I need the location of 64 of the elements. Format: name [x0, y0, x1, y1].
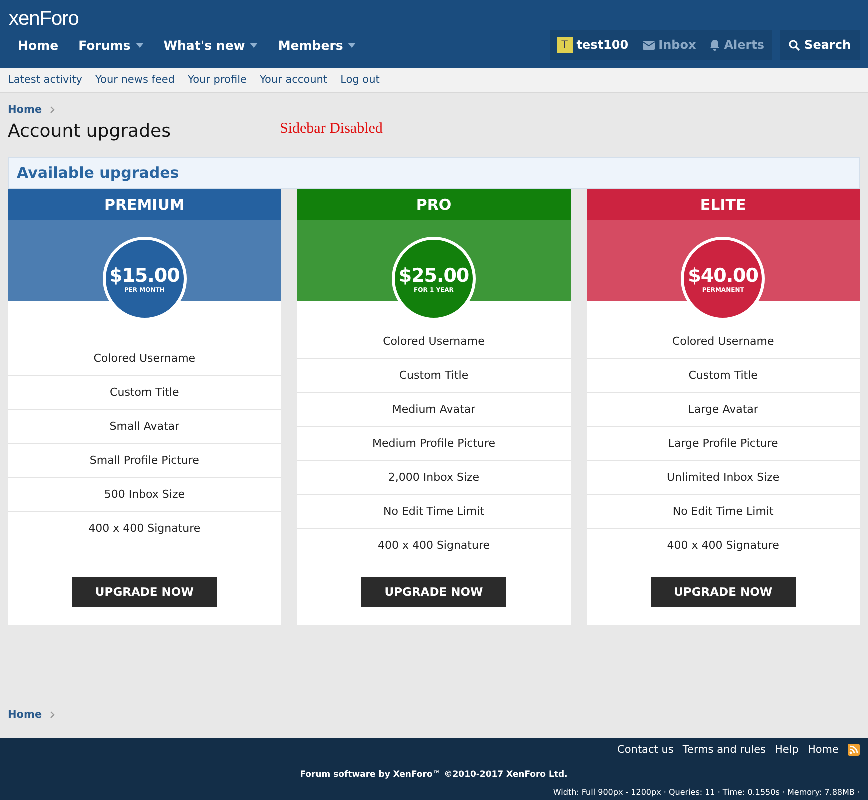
- price: $15.00: [109, 264, 180, 286]
- note-text: Sidebar Disabled: [280, 121, 383, 138]
- caret-icon: [250, 42, 258, 48]
- footer-link[interactable]: Terms and rules: [682, 744, 766, 756]
- feature-row: Large Avatar: [586, 392, 860, 426]
- nav-tab[interactable]: Members: [268, 30, 366, 60]
- feature-row: Custom Title: [297, 358, 571, 392]
- block-header: Available upgrades: [8, 157, 860, 189]
- feature-row: 400 x 400 Signature: [297, 528, 571, 562]
- subnav-link[interactable]: Your account: [260, 74, 328, 86]
- feature-row: No Edit Time Limit: [297, 494, 571, 528]
- upgrade-button[interactable]: UPGRADE NOW: [361, 577, 506, 607]
- subnav-link[interactable]: Your profile: [188, 74, 247, 86]
- plan-title: PREMIUM: [8, 189, 282, 220]
- plan-title: PRO: [297, 189, 571, 220]
- nav-tab[interactable]: What's new: [154, 30, 268, 60]
- feature-row: No Edit Time Limit: [586, 494, 860, 528]
- breadcrumb-link[interactable]: Home: [8, 104, 42, 116]
- feature-row: Small Avatar: [8, 408, 282, 442]
- upgrade-button[interactable]: UPGRADE NOW: [650, 577, 796, 607]
- feature-row: Custom Title: [586, 358, 860, 392]
- price: $25.00: [398, 264, 470, 286]
- subnav-link[interactable]: Latest activity: [8, 74, 82, 86]
- debug-stats: Width: Full 900px - 1200px · Queries: 11 · Time: 0.1550s · Memory: 7.88MB ·: [552, 788, 861, 797]
- envelope-icon: [642, 40, 655, 50]
- logo[interactable]: xenForo: [0, 0, 79, 30]
- caret-icon: [136, 42, 144, 48]
- inbox-link[interactable]: Inbox: [636, 30, 704, 60]
- subnav-link[interactable]: Your news feed: [96, 74, 176, 86]
- footer-link[interactable]: Home: [808, 744, 839, 756]
- feature-row: Large Profile Picture: [586, 426, 860, 460]
- rss-icon[interactable]: [848, 744, 860, 756]
- alerts-link[interactable]: Alerts: [703, 30, 772, 60]
- breadcrumb-link[interactable]: Home: [8, 709, 42, 721]
- feature-row: 400 x 400 Signature: [8, 510, 282, 544]
- plan-title: ELITE: [586, 189, 860, 220]
- page-title: Account upgrades: [8, 121, 172, 142]
- nav-tab[interactable]: Forums: [68, 30, 154, 60]
- feature-row: Small Profile Picture: [8, 442, 282, 476]
- search-button[interactable]: Search: [780, 30, 860, 60]
- feature-row: Medium Avatar: [297, 392, 571, 426]
- feature-row: 500 Inbox Size: [8, 476, 282, 510]
- feature-row-text: Colored Username: [382, 334, 486, 350]
- subnav-link[interactable]: Log out: [340, 74, 380, 86]
- feature-row: Custom Title: [8, 374, 282, 408]
- chevron-icon: [50, 106, 56, 114]
- user-link[interactable]: T test100: [550, 30, 636, 60]
- caret-icon: [348, 42, 356, 48]
- copyright-text: Forum software by XenForo™ ©2010-2017 XenForo Ltd.: [299, 770, 569, 780]
- footer-link[interactable]: Help: [775, 744, 799, 756]
- feature-row: Medium Profile Picture: [297, 426, 571, 460]
- search-icon: [788, 40, 800, 50]
- feature-row-text: Colored Username: [92, 350, 197, 366]
- footer-link[interactable]: Contact us: [618, 744, 674, 756]
- feature-row: 2,000 Inbox Size: [297, 460, 571, 494]
- feature-row: 400 x 400 Signature: [586, 528, 860, 562]
- bell-icon: [710, 40, 720, 50]
- price: $40.00: [688, 264, 758, 286]
- avatar: T: [556, 37, 573, 53]
- upgrade-button[interactable]: UPGRADE NOW: [72, 577, 218, 607]
- feature-row: Unlimited Inbox Size: [586, 460, 860, 494]
- feature-row-text: Colored Username: [671, 334, 776, 350]
- chevron-icon: [50, 711, 56, 719]
- nav-tab[interactable]: Home: [8, 30, 69, 60]
